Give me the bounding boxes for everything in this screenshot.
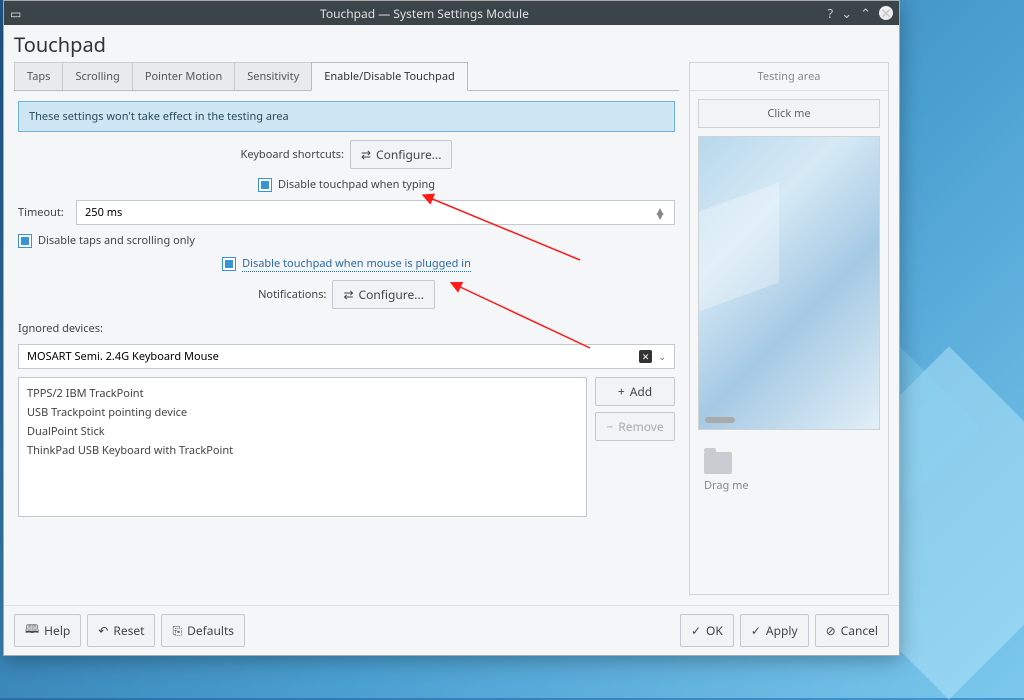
folder-icon[interactable] [704, 452, 732, 474]
scroll-indicator[interactable] [705, 417, 735, 423]
help-icon[interactable]: ? [828, 4, 834, 22]
window-title: Touchpad — System Settings Module [21, 5, 827, 22]
tab-enable-disable[interactable]: Enable/Disable Touchpad [311, 62, 468, 91]
defaults-icon: ⎘ [172, 622, 182, 639]
timeout-input[interactable] [85, 205, 654, 220]
list-item[interactable]: USB Trackpoint pointing device [27, 403, 578, 422]
list-item[interactable]: DualPoint Stick [27, 422, 578, 441]
ignored-device-input[interactable] [27, 349, 639, 364]
tab-pointer-motion[interactable]: Pointer Motion [132, 62, 235, 90]
apply-button[interactable]: ✓ Apply [740, 614, 809, 647]
list-item[interactable]: ThinkPad USB Keyboard with TrackPoint [27, 441, 578, 460]
tab-scrolling[interactable]: Scrolling [62, 62, 132, 90]
settings-window: ▭ Touchpad — System Settings Module ? ⌄ … [3, 0, 900, 656]
app-menu-icon[interactable]: ▭ [10, 5, 21, 22]
disable-typing-checkbox[interactable] [258, 178, 272, 192]
dialog-footer: 🕮 Help ↶ Reset ⎘ Defaults ✓ OK ✓ Apply ⊘… [4, 605, 899, 655]
tab-bar: Taps Scrolling Pointer Motion Sensitivit… [14, 62, 679, 91]
testing-area-title: Testing area [690, 63, 888, 91]
chevron-down-icon[interactable]: ⌄ [658, 350, 666, 363]
disable-mouse-label: Disable touchpad when mouse is plugged i… [242, 256, 471, 272]
configure-shortcuts-button[interactable]: ⇄ Configure... [350, 140, 452, 169]
click-me-button[interactable]: Click me [698, 99, 880, 128]
timeout-spinbox[interactable]: ▲▼ [76, 200, 675, 225]
check-icon: ✓ [751, 622, 761, 639]
tab-content: These settings won't take effect in the … [14, 91, 679, 595]
testing-sidebar: Testing area Click me Drag me [689, 62, 889, 595]
maximize-icon[interactable]: ⌃ [860, 4, 871, 22]
configure-notifications-button[interactable]: ⇄ Configure... [332, 280, 434, 309]
undo-icon: ↶ [98, 622, 108, 639]
page-title: Touchpad [4, 25, 899, 62]
configure-icon: ⇄ [361, 146, 371, 163]
drag-area[interactable]: Drag me [698, 446, 880, 586]
notifications-label: Notifications: [258, 287, 326, 302]
spin-buttons[interactable]: ▲▼ [654, 208, 666, 218]
add-button[interactable]: + Add [595, 377, 675, 406]
disable-taps-label: Disable taps and scrolling only [38, 233, 195, 248]
tab-sensitivity[interactable]: Sensitivity [234, 62, 312, 90]
clear-icon[interactable]: ✕ [639, 350, 653, 363]
cancel-icon: ⊘ [826, 622, 836, 639]
plus-icon: + [618, 383, 625, 400]
drag-me-label: Drag me [704, 478, 874, 493]
reset-button[interactable]: ↶ Reset [87, 614, 155, 647]
timeout-label: Timeout: [18, 205, 68, 220]
cancel-button[interactable]: ⊘ Cancel [815, 614, 889, 647]
info-message: These settings won't take effect in the … [18, 101, 675, 132]
keyboard-shortcuts-label: Keyboard shortcuts: [241, 147, 344, 162]
remove-button[interactable]: − Remove [595, 412, 675, 441]
configure-icon: ⇄ [343, 286, 353, 303]
ignored-device-combo[interactable]: ✕ ⌄ [18, 344, 675, 369]
help-icon: 🕮 [25, 620, 39, 641]
testing-area[interactable] [698, 136, 880, 430]
tab-taps[interactable]: Taps [14, 62, 63, 90]
close-icon[interactable]: ✕ [879, 6, 893, 20]
main-panel: Taps Scrolling Pointer Motion Sensitivit… [14, 62, 679, 595]
help-button[interactable]: 🕮 Help [14, 614, 81, 647]
titlebar[interactable]: ▭ Touchpad — System Settings Module ? ⌄ … [4, 1, 899, 25]
disable-typing-label: Disable touchpad when typing [278, 177, 435, 192]
disable-mouse-checkbox[interactable] [222, 257, 236, 271]
ignored-devices-label: Ignored devices: [18, 321, 675, 336]
ignored-devices-list[interactable]: TPPS/2 IBM TrackPoint USB Trackpoint poi… [18, 377, 587, 517]
check-icon: ✓ [691, 622, 701, 639]
minimize-icon[interactable]: ⌄ [841, 4, 852, 22]
minus-icon: − [606, 418, 613, 435]
defaults-button[interactable]: ⎘ Defaults [161, 614, 245, 647]
ok-button[interactable]: ✓ OK [680, 614, 734, 647]
list-item[interactable]: TPPS/2 IBM TrackPoint [27, 384, 578, 403]
disable-taps-checkbox[interactable] [18, 234, 32, 248]
